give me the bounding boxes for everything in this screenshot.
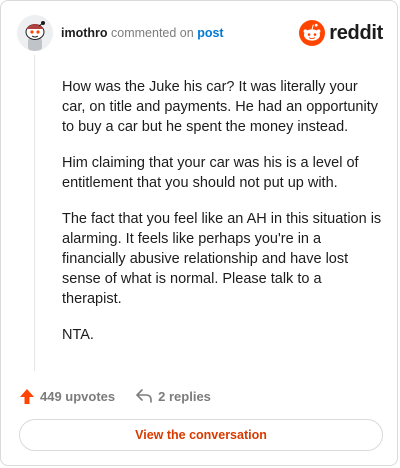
comment-header: imothro commented on post reddit [17,15,383,51]
snoo-avatar-icon [17,15,53,51]
view-conversation-button[interactable]: View the conversation [19,419,383,451]
comment-actions: 449 upvotes 2 replies [19,385,231,407]
comment-paragraph: The fact that you feel like an AH in thi… [62,211,382,307]
reddit-snoo-icon [299,20,326,46]
comment-verb: commented on [111,26,194,40]
upvote-count: 449 upvotes [40,388,116,404]
user-avatar[interactable] [17,15,53,51]
comment-paragraph: How was the Juke his car? It was literal… [62,79,378,135]
username-link[interactable]: imothro [61,26,108,40]
comment-body: How was the Juke his car? It was literal… [62,77,382,361]
upvote-button[interactable]: 449 upvotes [19,388,115,405]
replies-button[interactable]: 2 replies [135,388,211,404]
thread-line[interactable] [34,55,35,371]
comment-paragraph: Him claiming that your car was his is a … [62,155,359,191]
reply-arrow-icon [136,389,152,403]
reddit-logo[interactable]: reddit [299,19,383,47]
comment-card: imothro commented on post reddit How was… [0,0,398,466]
upvote-arrow-icon [20,388,34,404]
reply-count: 2 replies [158,388,211,404]
comment-meta: imothro commented on post [61,26,224,40]
comment-paragraph: NTA. [62,327,94,343]
brand-wordmark: reddit [329,21,383,44]
post-link[interactable]: post [197,26,223,40]
